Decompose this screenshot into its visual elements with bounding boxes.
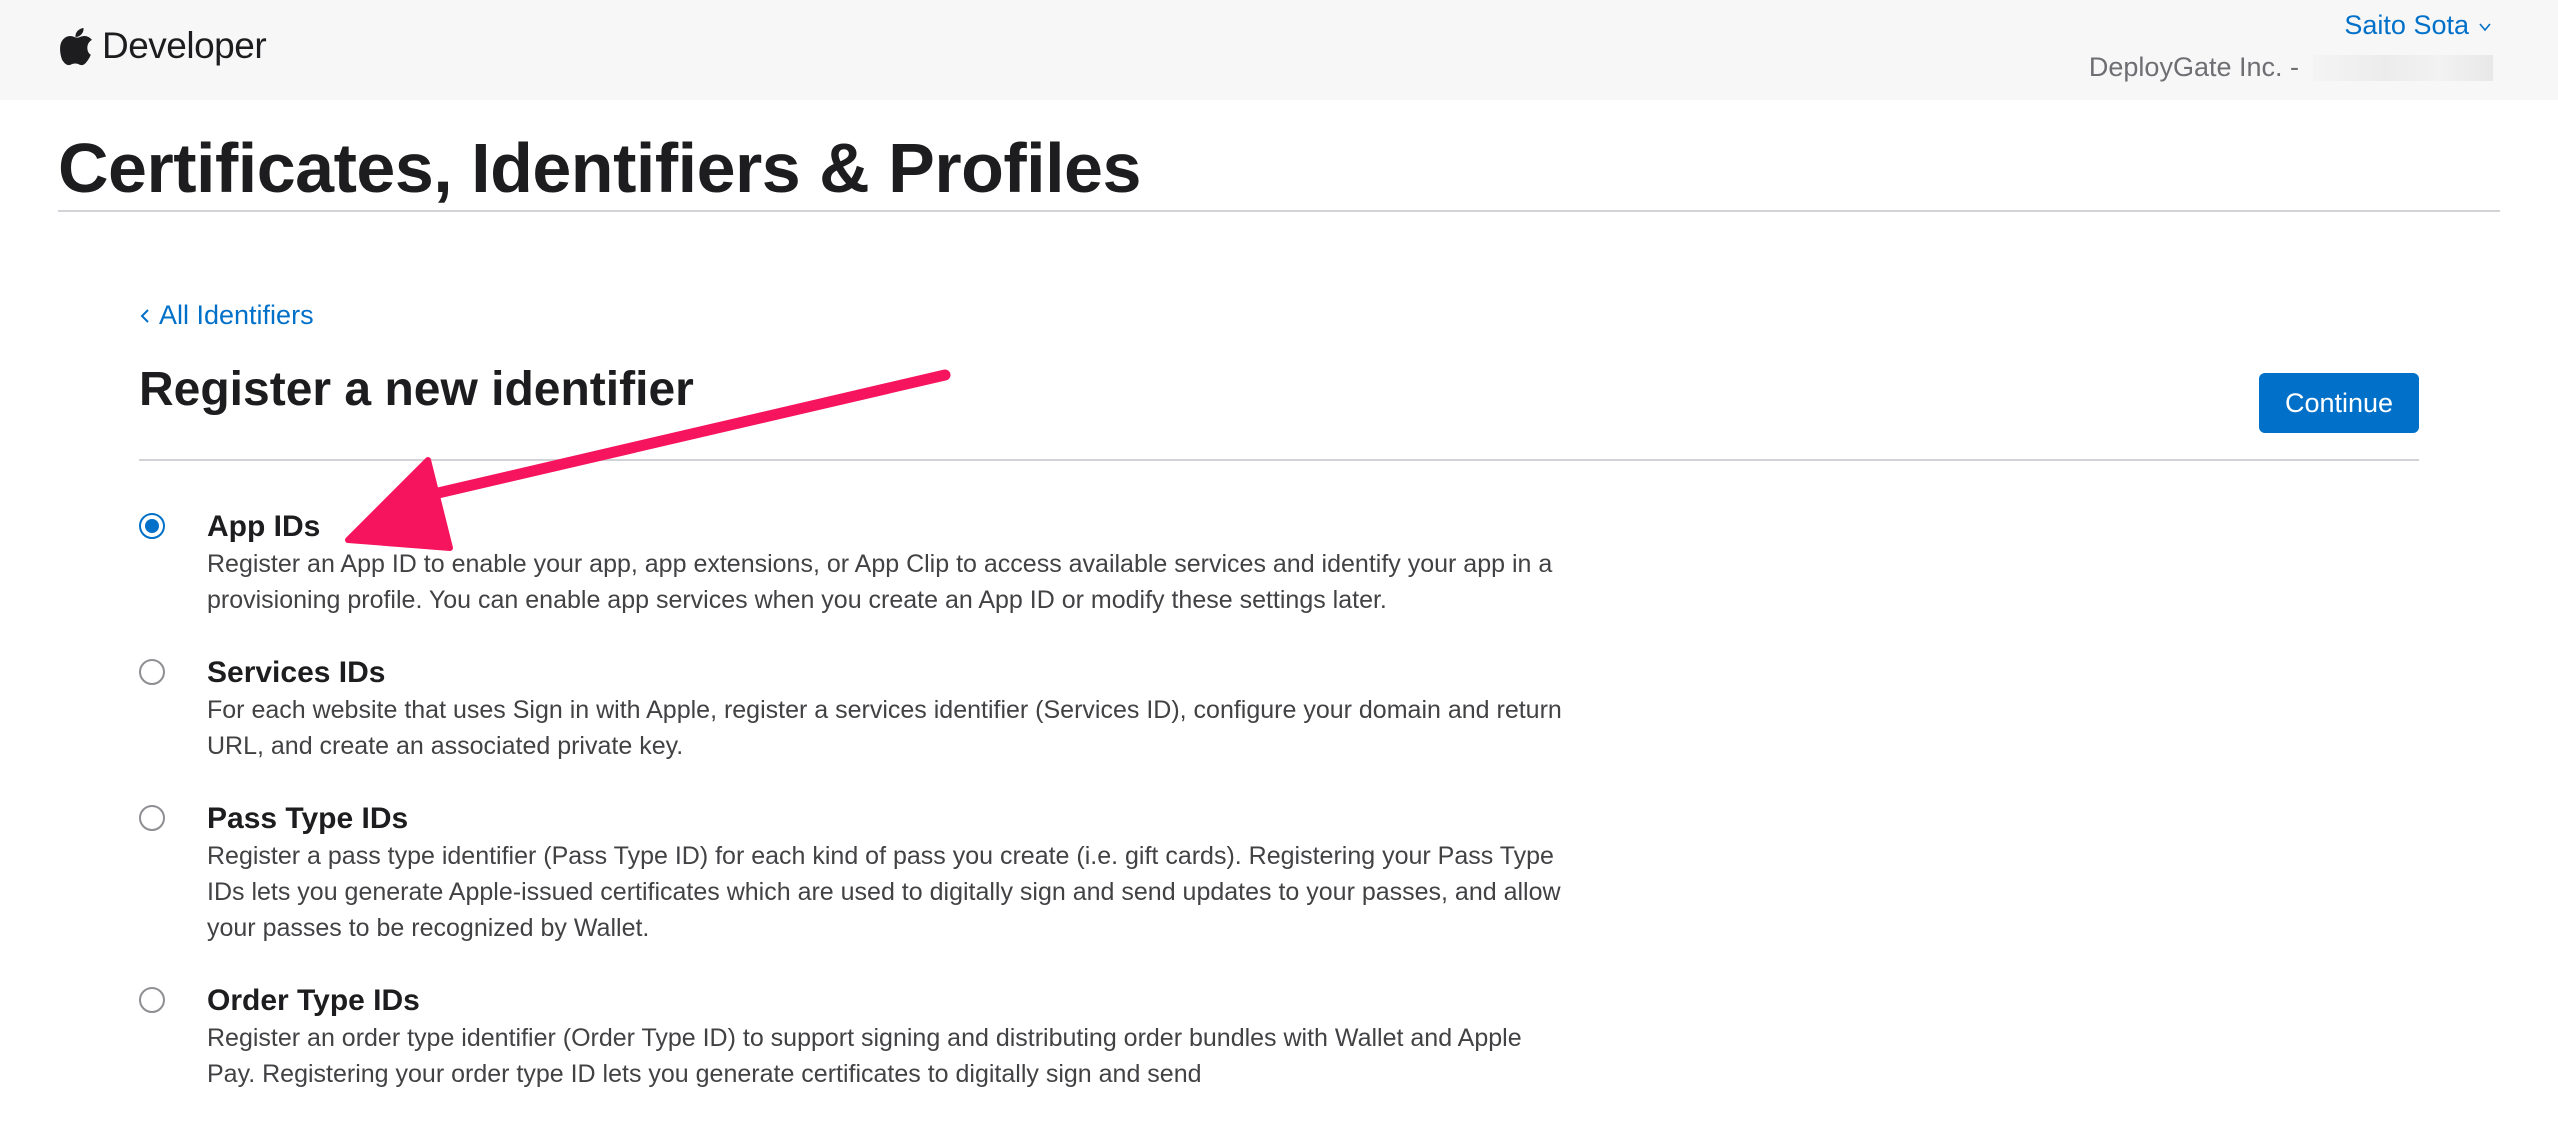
- developer-home-link[interactable]: Developer: [60, 20, 267, 72]
- option-services-ids[interactable]: Services IDs For each website that uses …: [139, 654, 1562, 764]
- chevron-down-icon: [2479, 22, 2491, 31]
- option-description: Register a pass type identifier (Pass Ty…: [207, 842, 1561, 942]
- radio-app-ids[interactable]: [139, 513, 165, 539]
- page-title: Certificates, Identifiers & Profiles: [58, 129, 1141, 207]
- option-description: Register an App ID to enable your app, a…: [207, 550, 1553, 614]
- option-description: Register an order type identifier (Order…: [207, 1024, 1522, 1088]
- option-pass-type-ids[interactable]: Pass Type IDs Register a pass type ident…: [139, 800, 1561, 946]
- back-link-label: All Identifiers: [159, 300, 314, 330]
- back-to-identifiers-link[interactable]: All Identifiers: [139, 300, 314, 331]
- option-title: Order Type IDs: [207, 984, 420, 1017]
- global-header: Developer Saito Sota DeployGate Inc. -: [0, 0, 2558, 100]
- continue-button[interactable]: Continue: [2259, 373, 2419, 433]
- radio-pass-type-ids[interactable]: [139, 805, 165, 831]
- option-title: App IDs: [207, 510, 321, 543]
- option-app-ids[interactable]: App IDs Register an App ID to enable you…: [139, 508, 1552, 618]
- section-title: Register a new identifier: [139, 363, 694, 416]
- user-name: Saito Sota: [2344, 10, 2469, 40]
- brand-label: Developer: [102, 25, 267, 66]
- apple-logo-icon: [60, 28, 92, 66]
- team-name: DeployGate Inc. -: [2089, 52, 2493, 83]
- team-name-label: DeployGate Inc. -: [2088, 52, 2299, 82]
- radio-services-ids[interactable]: [139, 659, 165, 685]
- chevron-left-icon: [140, 308, 149, 323]
- redacted-team-id: [2313, 54, 2493, 81]
- option-order-type-ids[interactable]: Order Type IDs Register an order type id…: [139, 982, 1539, 1092]
- option-title: Services IDs: [207, 656, 386, 689]
- section-divider: [139, 459, 2419, 461]
- option-description: For each website that uses Sign in with …: [207, 696, 1562, 760]
- radio-order-type-ids[interactable]: [139, 987, 165, 1013]
- option-title: Pass Type IDs: [207, 802, 409, 835]
- title-divider: [58, 210, 2500, 212]
- identifier-type-options: App IDs Register an App ID to enable you…: [139, 508, 1562, 1092]
- user-menu[interactable]: Saito Sota: [2344, 10, 2493, 41]
